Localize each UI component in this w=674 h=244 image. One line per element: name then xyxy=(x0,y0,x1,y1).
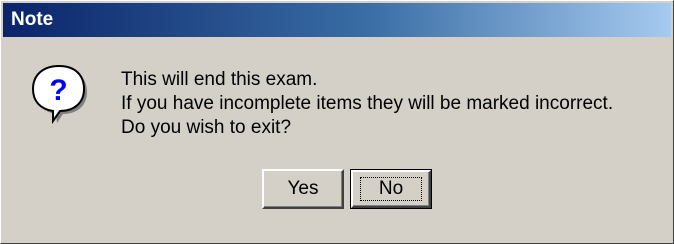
message-line: This will end this exam. xyxy=(121,69,318,90)
note-dialog: Note ? This will end this exam. If you h… xyxy=(0,0,674,244)
yes-button-label: Yes xyxy=(287,178,319,199)
yes-button[interactable]: Yes xyxy=(262,169,344,209)
title-bar[interactable]: Note xyxy=(3,3,671,37)
question-icon: ? xyxy=(31,65,87,125)
message-line: If you have incomplete items they will b… xyxy=(121,93,614,114)
svg-text:?: ? xyxy=(49,74,67,107)
dialog-title: Note xyxy=(11,9,54,30)
message-line: Do you wish to exit? xyxy=(121,117,292,138)
no-button-label: No xyxy=(378,178,404,199)
no-button[interactable]: No xyxy=(350,169,432,209)
dialog-message: This will end this exam. If you have inc… xyxy=(121,68,613,140)
